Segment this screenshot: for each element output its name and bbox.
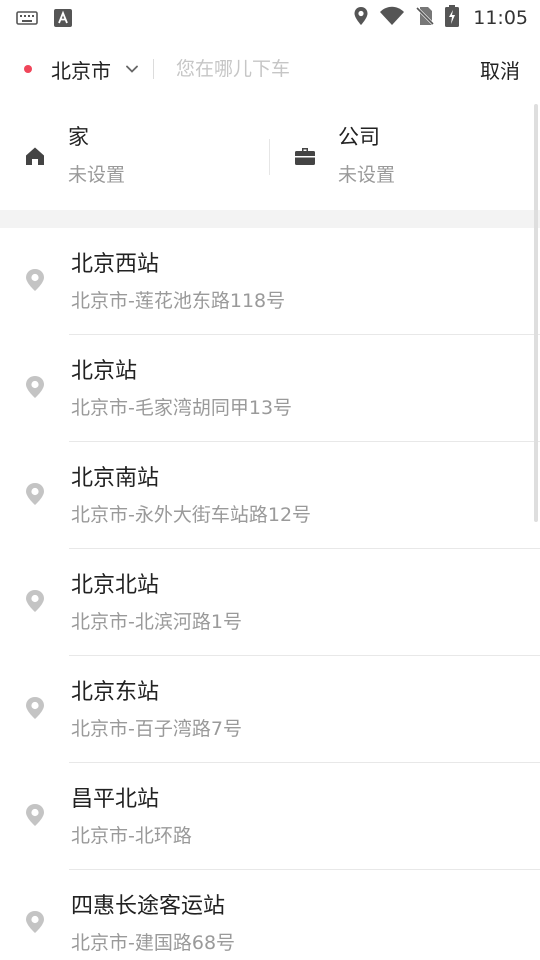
poi-address: 北京市-毛家湾胡同甲13号: [71, 397, 293, 419]
location-pin-icon: [24, 803, 46, 827]
company-title: 公司: [338, 125, 380, 149]
scrollbar[interactable]: [534, 104, 538, 522]
list-item[interactable]: 北京北站 北京市-北滨河路1号: [0, 549, 540, 656]
poi-name: 昌平北站: [71, 787, 160, 812]
status-bar: 11:05: [0, 0, 540, 36]
poi-name: 北京西站: [71, 252, 160, 277]
home-shortcut[interactable]: 家 未设置: [0, 102, 270, 210]
home-status: 未设置: [68, 164, 126, 186]
keyboard-icon: [16, 10, 38, 26]
location-icon: [353, 6, 369, 30]
poi-name: 北京东站: [71, 680, 160, 705]
list-item[interactable]: 昌平北站 北京市-北环路: [0, 763, 540, 870]
list-item[interactable]: 北京站 北京市-毛家湾胡同甲13号: [0, 335, 540, 442]
poi-address: 北京市-永外大街车站路12号: [71, 504, 312, 526]
poi-name: 北京南站: [71, 466, 160, 491]
briefcase-icon: [294, 145, 316, 167]
city-indicator-dot: [24, 65, 32, 73]
a-notification-icon: [54, 9, 72, 27]
location-pin-icon: [24, 375, 46, 399]
section-separator: [0, 210, 540, 228]
poi-address: 北京市-北滨河路1号: [71, 611, 242, 633]
list-item[interactable]: 北京西站 北京市-莲花池东路118号: [0, 228, 540, 335]
location-pin-icon: [24, 268, 46, 292]
quick-address-row: 家 未设置 公司 未设置: [0, 102, 540, 210]
location-pin-icon: [24, 482, 46, 506]
company-shortcut[interactable]: 公司 未设置: [270, 102, 540, 210]
list-item[interactable]: 四惠长途客运站 北京市-建国路68号: [0, 870, 540, 960]
poi-address: 北京市-莲花池东路118号: [71, 290, 286, 312]
status-time: 11:05: [473, 7, 528, 29]
poi-address: 北京市-百子湾路7号: [71, 718, 242, 740]
no-sim-icon: [415, 6, 435, 30]
cancel-button[interactable]: 取消: [480, 55, 520, 84]
chevron-down-icon[interactable]: [125, 64, 139, 74]
suggestion-list: 北京西站 北京市-莲花池东路118号 北京站 北京市-毛家湾胡同甲13号 北京南…: [0, 228, 540, 960]
city-selector[interactable]: 北京市: [51, 55, 111, 84]
home-title: 家: [68, 125, 89, 149]
location-pin-icon: [24, 589, 46, 613]
search-bar: 北京市 取消: [0, 36, 540, 102]
location-pin-icon: [24, 910, 46, 934]
list-item[interactable]: 北京南站 北京市-永外大街车站路12号: [0, 442, 540, 549]
wifi-icon: [379, 6, 405, 30]
poi-name: 四惠长途客运站: [71, 894, 226, 919]
poi-name: 北京北站: [71, 573, 160, 598]
home-icon: [24, 145, 46, 167]
screen: 11:05 北京市 取消 家 未设置: [0, 0, 540, 960]
search-divider: [153, 59, 154, 79]
battery-charging-icon: [445, 5, 460, 31]
location-pin-icon: [24, 696, 46, 720]
destination-search-input[interactable]: [176, 58, 426, 80]
company-status: 未设置: [338, 164, 396, 186]
poi-name: 北京站: [71, 359, 138, 384]
list-item[interactable]: 北京东站 北京市-百子湾路7号: [0, 656, 540, 763]
poi-address: 北京市-北环路: [71, 825, 192, 847]
poi-address: 北京市-建国路68号: [71, 932, 236, 954]
